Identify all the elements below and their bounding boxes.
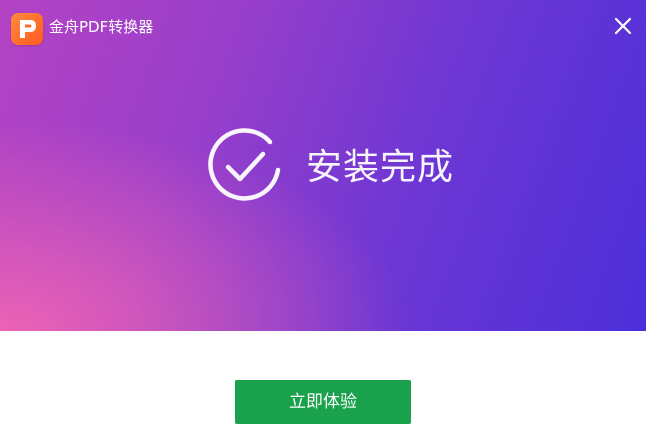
banner: 金舟PDF转换器 安装完成: [0, 0, 646, 331]
check-circle-icon: [208, 128, 281, 201]
app-logo-icon: [11, 13, 43, 45]
app-title: 金舟PDF转换器: [49, 18, 154, 36]
close-button[interactable]: [609, 12, 637, 40]
status-text: 安装完成: [306, 147, 455, 188]
try-now-button[interactable]: 立即体验: [235, 380, 411, 424]
installer-window: 金舟PDF转换器 安装完成 立即体验: [0, 0, 646, 448]
close-icon: [614, 17, 632, 35]
title-bar: 金舟PDF转换器: [0, 0, 646, 50]
